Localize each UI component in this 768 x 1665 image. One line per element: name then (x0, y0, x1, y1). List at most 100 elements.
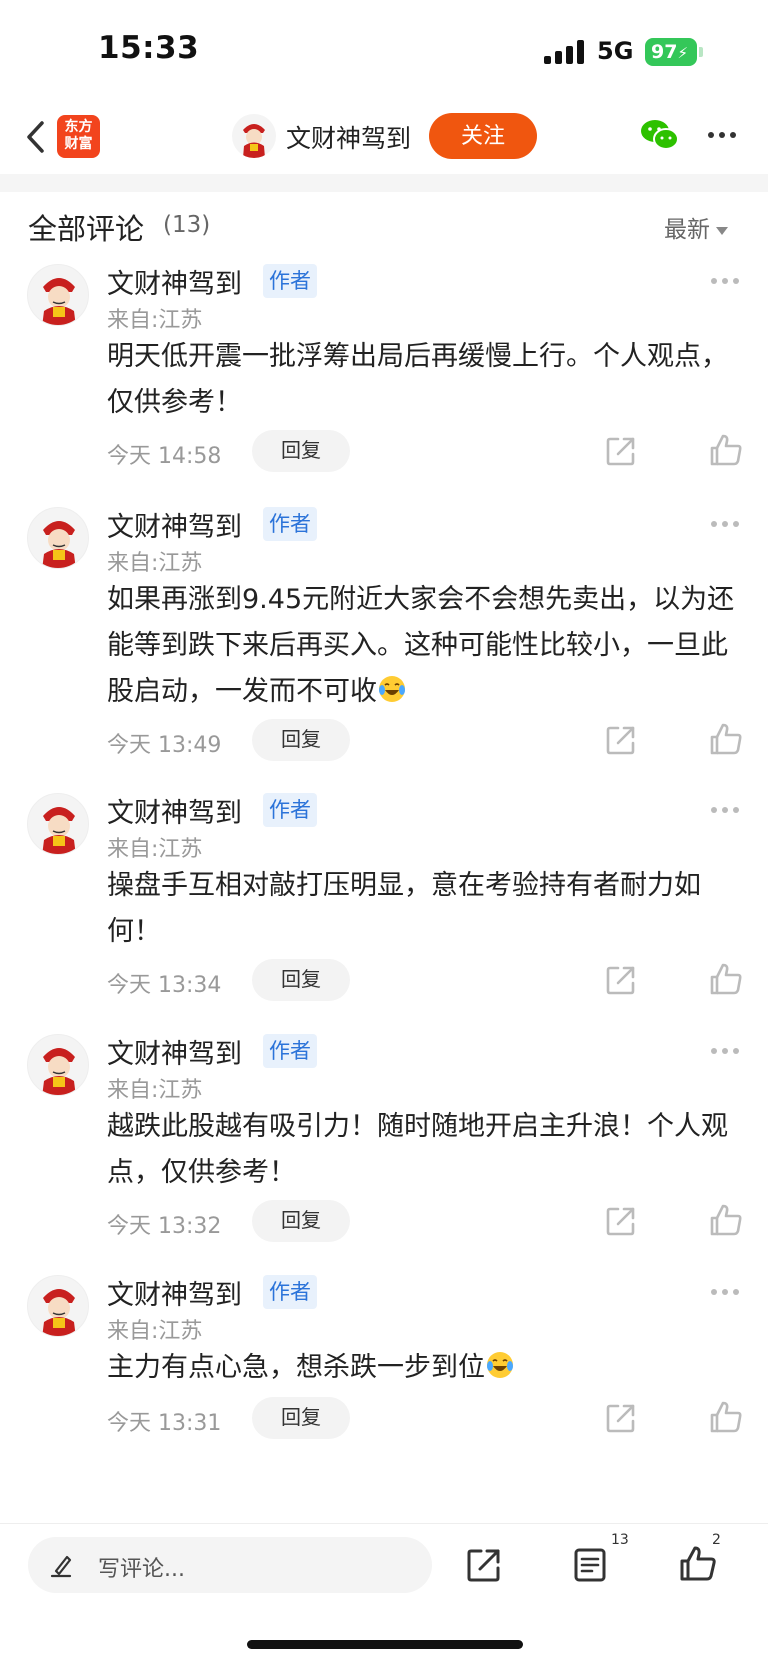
home-indicator (247, 1640, 523, 1649)
more-dots-icon[interactable] (711, 1048, 741, 1056)
chevron-left-icon[interactable] (22, 117, 52, 157)
share-icon[interactable] (604, 723, 638, 757)
nav-title[interactable]: 文财神驾到 (286, 119, 411, 155)
likes-count-badge: 2 (712, 1532, 721, 1548)
comment-text-content: 越跌此股越有吸引力！随时随地开启主升浪！个人观点，仅供参考！ (107, 1111, 728, 1188)
signal-icon (544, 40, 586, 64)
laughing-tears-emoji (379, 676, 405, 702)
reply-button[interactable]: 回复 (252, 1200, 350, 1242)
comment-time: 今天 13:34 (107, 973, 222, 998)
author-avatar[interactable] (232, 114, 276, 158)
comment-origin: 来自:江苏 (107, 308, 203, 333)
comment-item: 文财神驾到 作者来自:江苏明天低开震一批浮筹出局后再缓慢上行。个人观点，仅供参考！… (0, 254, 768, 476)
comments-count-badge: 13 (611, 1532, 629, 1548)
sort-dropdown[interactable]: 最新 (664, 210, 728, 244)
nav-bar: 东方 财富 文财神驾到 关注 (0, 100, 768, 174)
comments-header: 全部评论 (13) 最新 (0, 192, 768, 262)
comment-footer: 今天 13:31 回复 (0, 1397, 768, 1441)
comment-count: (13) (163, 212, 211, 238)
comment-author[interactable]: 文财神驾到 (107, 505, 242, 544)
more-dots-icon[interactable] (708, 132, 738, 140)
network-type: 5G (597, 37, 634, 65)
comment-text[interactable]: 明天低开震一批浮筹出局后再缓慢上行。个人观点，仅供参考！ (107, 334, 747, 426)
thumbs-up-icon[interactable] (708, 1399, 744, 1435)
comment-text-content: 操盘手互相对敲打压明显，意在考验持有者耐力如何！ (107, 870, 701, 947)
comment-origin: 来自:江苏 (107, 837, 203, 862)
reply-button[interactable]: 回复 (252, 719, 350, 761)
follow-button[interactable]: 关注 (429, 113, 537, 159)
comment-text[interactable]: 越跌此股越有吸引力！随时随地开启主升浪！个人观点，仅供参考！ (107, 1104, 747, 1196)
comment-text[interactable]: 如果再涨到9.45元附近大家会不会想先卖出，以为还能等到跌下来后再买入。这种可能… (107, 577, 747, 715)
comment-time: 今天 14:58 (107, 444, 222, 469)
comment-origin: 来自:江苏 (107, 1319, 203, 1344)
comment-time: 今天 13:32 (107, 1214, 222, 1239)
avatar[interactable] (27, 264, 89, 326)
app-logo-line1: 东方 (64, 119, 93, 135)
thumbs-up-icon[interactable] (708, 721, 744, 757)
comment-item: 文财神驾到 作者来自:江苏主力有点心急，想杀跌一步到位今天 13:31 回复 (0, 1265, 768, 1443)
more-dots-icon[interactable] (711, 807, 741, 815)
triangle-down-icon (716, 226, 728, 235)
avatar[interactable] (27, 1034, 89, 1096)
comment-origin: 来自:江苏 (107, 1078, 203, 1103)
more-dots-icon[interactable] (711, 521, 741, 529)
comment-text-content: 明天低开震一批浮筹出局后再缓慢上行。个人观点，仅供参考！ (107, 341, 728, 418)
author-badge: 作者 (263, 507, 317, 541)
thumbs-up-icon[interactable] (678, 1544, 718, 1584)
bottom-bar: 写评论... 13 2 (0, 1523, 768, 1665)
app-logo[interactable]: 东方 财富 (57, 115, 100, 158)
comment-input[interactable]: 写评论... (28, 1537, 432, 1593)
comment-footer: 今天 13:32 回复 (0, 1200, 768, 1244)
comment-author[interactable]: 文财神驾到 (107, 1273, 242, 1312)
wechat-icon[interactable] (640, 118, 680, 152)
battery-tip (699, 47, 703, 57)
comment-origin: 来自:江苏 (107, 551, 203, 576)
section-title: 全部评论 (28, 212, 145, 246)
section-divider (0, 174, 768, 192)
comment-item: 文财神驾到 作者来自:江苏如果再涨到9.45元附近大家会不会想先卖出，以为还能等到… (0, 497, 768, 765)
avatar[interactable] (27, 1275, 89, 1337)
share-icon[interactable] (604, 1401, 638, 1435)
comment-item: 文财神驾到 作者来自:江苏越跌此股越有吸引力！随时随地开启主升浪！个人观点，仅供参… (0, 1024, 768, 1246)
comment-footer: 今天 13:34 回复 (0, 959, 768, 1003)
share-icon[interactable] (465, 1546, 503, 1584)
thumbs-up-icon[interactable] (708, 432, 744, 468)
comment-list-icon[interactable] (571, 1546, 609, 1584)
reply-button[interactable]: 回复 (252, 430, 350, 472)
avatar[interactable] (27, 793, 89, 855)
comment-time: 今天 13:49 (107, 733, 222, 758)
share-icon[interactable] (604, 963, 638, 997)
reply-button[interactable]: 回复 (252, 1397, 350, 1439)
author-badge: 作者 (263, 264, 317, 298)
share-icon[interactable] (604, 1204, 638, 1238)
comment-text[interactable]: 操盘手互相对敲打压明显，意在考验持有者耐力如何！ (107, 863, 747, 955)
comment-time: 今天 13:31 (107, 1411, 222, 1436)
more-dots-icon[interactable] (711, 1289, 741, 1297)
author-badge: 作者 (263, 1275, 317, 1309)
reply-button[interactable]: 回复 (252, 959, 350, 1001)
share-icon[interactable] (604, 434, 638, 468)
status-bar: 15:33 5G 97⚡ (0, 0, 768, 100)
comment-text[interactable]: 主力有点心急，想杀跌一步到位 (107, 1345, 747, 1391)
author-badge: 作者 (263, 1034, 317, 1068)
thumbs-up-icon[interactable] (708, 1202, 744, 1238)
comment-author[interactable]: 文财神驾到 (107, 1032, 242, 1071)
avatar[interactable] (27, 507, 89, 569)
status-time: 15:33 (98, 30, 200, 66)
comment-text-content: 主力有点心急，想杀跌一步到位 (107, 1352, 485, 1383)
comment-text-content: 如果再涨到9.45元附近大家会不会想先卖出，以为还能等到跌下来后再买入。这种可能… (107, 584, 735, 707)
comment-item: 文财神驾到 作者来自:江苏操盘手互相对敲打压明显，意在考验持有者耐力如何！ 今天 1… (0, 783, 768, 1005)
comment-author[interactable]: 文财神驾到 (107, 791, 242, 830)
thumbs-up-icon[interactable] (708, 961, 744, 997)
more-dots-icon[interactable] (711, 278, 741, 286)
app-logo-line2: 财富 (64, 136, 93, 152)
battery-icon: 97⚡ (645, 38, 697, 66)
author-badge: 作者 (263, 793, 317, 827)
sort-label: 最新 (664, 217, 710, 243)
comment-footer: 今天 14:58 回复 (0, 430, 768, 474)
battery-level: 97 (651, 41, 678, 63)
comment-placeholder: 写评论... (98, 1557, 185, 1582)
comment-author[interactable]: 文财神驾到 (107, 262, 242, 301)
pen-icon (50, 1555, 72, 1578)
laughing-tears-emoji (487, 1352, 513, 1378)
